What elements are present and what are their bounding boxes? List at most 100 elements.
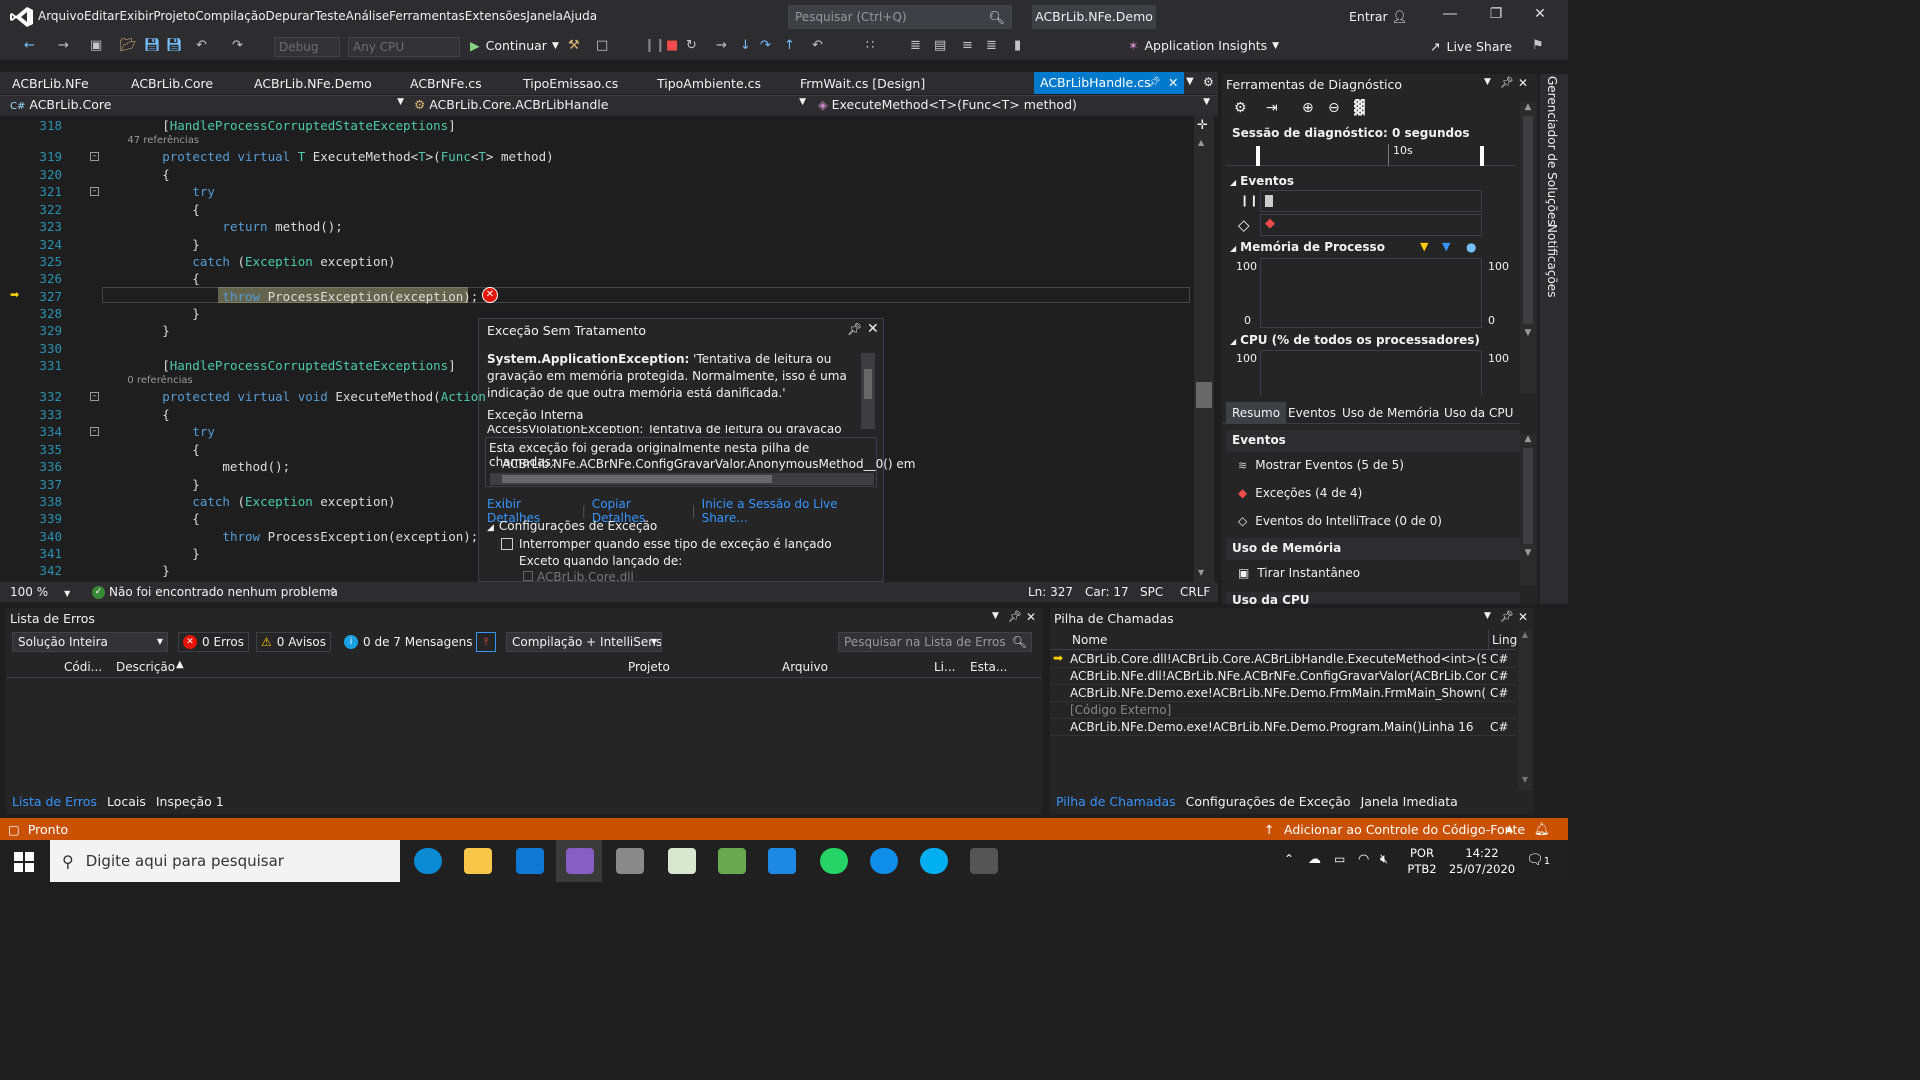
tab-tipoambiente-cs[interactable]: TipoAmbiente.cs [657,76,761,91]
collapse-icon[interactable]: - [90,187,99,196]
step-out-icon[interactable]: ↑ [784,38,795,53]
error-search-input[interactable]: Pesquisar na Lista de Erros 🔍︎ [838,632,1032,652]
open-folder-icon[interactable]: 📂︎ [120,38,137,53]
code-line[interactable]: try [102,424,215,439]
step-into-icon[interactable]: ↓ [740,38,751,53]
code-line[interactable]: return method(); [102,219,342,234]
call-stack-row[interactable]: [Código Externo] [1050,702,1516,719]
scope-select[interactable]: Solução Inteira ▼ [12,632,168,652]
tab-exception-settings[interactable]: Configurações de Exceção [1186,794,1351,809]
pin-icon[interactable]: 📌︎ [847,322,862,336]
scroll-down-icon[interactable]: ▼ [1198,568,1204,577]
maximize-button[interactable]: ❐ [1476,6,1516,22]
break-events-track[interactable] [1260,190,1482,212]
events-section[interactable]: ◢ Eventos [1230,174,1294,188]
code-line[interactable]: { [102,407,170,422]
summary-scrollbar[interactable]: ▲ ▼ [1520,434,1536,586]
close-icon[interactable]: ✕ [867,321,879,337]
collapse-icon[interactable]: - [90,427,99,436]
file-explorer-icon[interactable] [464,848,492,874]
menu-janela[interactable]: Janela [526,9,563,23]
cloud-icon[interactable]: ☁ [1308,852,1321,867]
battery-icon[interactable]: ▭ [1334,852,1345,866]
chevron-up-icon[interactable]: ▲ [1506,824,1513,834]
exceptions-link[interactable]: ◆ Exceções (4 de 4) [1238,486,1362,500]
tab-immediate-window[interactable]: Janela Imediata [1361,794,1458,809]
tab-tipoemissao-cs[interactable]: TipoEmissao.cs [523,76,618,91]
menu-analise[interactable]: Análise [346,9,389,23]
app-taskbar-icon[interactable] [616,848,644,874]
code-line[interactable]: [HandleProcessCorruptedStateExceptions] [102,358,456,373]
col-description[interactable]: Descrição [116,660,175,674]
notifications-tab[interactable]: Notificações [1545,224,1559,297]
split-editor-icon[interactable]: ✛ [1197,118,1208,133]
settings-icon[interactable]: ⚙ [1234,100,1247,116]
layout-icon[interactable]: ▤ [934,38,946,53]
tab-acbrnfe-cs[interactable]: ACBrNFe.cs [410,76,482,91]
code-line[interactable]: { [102,511,200,526]
new-project-icon[interactable]: ▣ [90,38,102,53]
collapse-icon[interactable]: - [90,152,99,161]
tab-frmwait-design[interactable]: FrmWait.cs [Design] [800,76,925,91]
tab-locals[interactable]: Locais [107,794,146,809]
close-icon[interactable]: ✕ [1518,610,1528,624]
col-file[interactable]: Arquivo [782,660,828,674]
chevron-up-icon[interactable]: ⌃ [1284,852,1294,866]
menu-extensoes[interactable]: Extensões [465,9,527,23]
code-line[interactable]: } [102,477,200,492]
pin-icon[interactable]: 📌︎ [1008,610,1022,623]
menu-editar[interactable]: Editar [84,9,120,23]
close-window-button[interactable]: ✕ [1520,6,1560,22]
code-cleanup-icon[interactable]: ✧ [328,584,338,598]
minimize-button[interactable]: ― [1430,6,1470,22]
diag-scrollbar[interactable]: ▲ ▼ [1520,102,1536,394]
solution-explorer-tab[interactable]: Gerenciador de Soluções [1545,76,1559,226]
exception-settings-header[interactable]: ◢ Configurações de Exceção [487,519,657,533]
code-line[interactable]: } [102,323,170,338]
memory-graph[interactable] [1260,258,1482,328]
col-project[interactable]: Projeto [628,660,670,674]
member-dropdown[interactable]: ◈ ExecuteMethod<T>(Func<T> method) ▼ [818,97,1214,112]
pin-icon[interactable]: 📌︎ [1148,72,1161,94]
tab-call-stack[interactable]: Pilha de Chamadas [1056,794,1176,809]
project-dropdown[interactable]: C# ACBrLib.Core ▼ [10,97,408,112]
horizontal-scrollbar[interactable] [490,473,874,485]
close-icon[interactable]: ✕ [1518,76,1528,90]
tab-events[interactable]: Eventos [1288,406,1336,420]
tab-watch-1[interactable]: Inspeção 1 [156,794,224,809]
exception-error-icon[interactable]: ✕ [482,287,498,303]
code-lens-references[interactable]: 47 referências [102,135,199,146]
clear-filter-icon[interactable]: ⫯ [476,632,496,652]
show-next-statement-icon[interactable]: → [716,38,727,53]
export-icon[interactable]: ⇥ [1266,100,1278,116]
tab-acbrlib-core[interactable]: ACBrLib.Core [131,76,213,91]
cpu-graph[interactable] [1260,350,1482,396]
visual-studio-taskbar-icon[interactable] [566,848,594,874]
code-line[interactable]: { [102,202,200,217]
code-line[interactable]: { [102,271,200,286]
tab-memory-usage[interactable]: Uso de Memória [1342,406,1439,420]
indent-icon[interactable]: ≡ [962,38,973,53]
configuration-select[interactable]: Debug [274,37,340,57]
col-line[interactable]: Li... [934,660,955,674]
collapse-icon[interactable]: - [90,392,99,401]
menu-projeto[interactable]: Projeto [153,9,195,23]
menu-depurar[interactable]: Depurar [266,9,315,23]
continue-button[interactable]: ▶ Continuar ▼ [470,38,559,53]
restart-icon[interactable]: ↻ [686,38,697,53]
skype-icon[interactable] [920,848,948,874]
col-name[interactable]: Nome [1072,633,1107,647]
volume-muted-icon[interactable]: 🔇︎ [1380,852,1388,867]
quick-search-input[interactable]: Pesquisar (Ctrl+Q) 🔍︎ [788,5,1012,29]
code-line[interactable]: catch (Exception exception) [102,494,395,509]
message-scrollbar[interactable] [861,353,875,429]
code-line[interactable]: protected virtual void ExecuteMethod(Act… [102,389,486,404]
code-line[interactable]: [HandleProcessCorruptedStateExceptions] [102,118,456,133]
col-state[interactable]: Esta... [970,660,1007,674]
health-indicator[interactable]: ✓ Não foi encontrado nenhum problema [92,585,338,599]
close-icon[interactable]: ✕ [1026,610,1036,624]
format-icon[interactable]: ≣ [910,38,921,53]
code-line[interactable]: } [102,563,170,578]
tab-acbrlib-nfe[interactable]: ACBrLib.NFe [12,76,89,91]
panel-menu-icon[interactable]: ▼ [992,611,999,621]
